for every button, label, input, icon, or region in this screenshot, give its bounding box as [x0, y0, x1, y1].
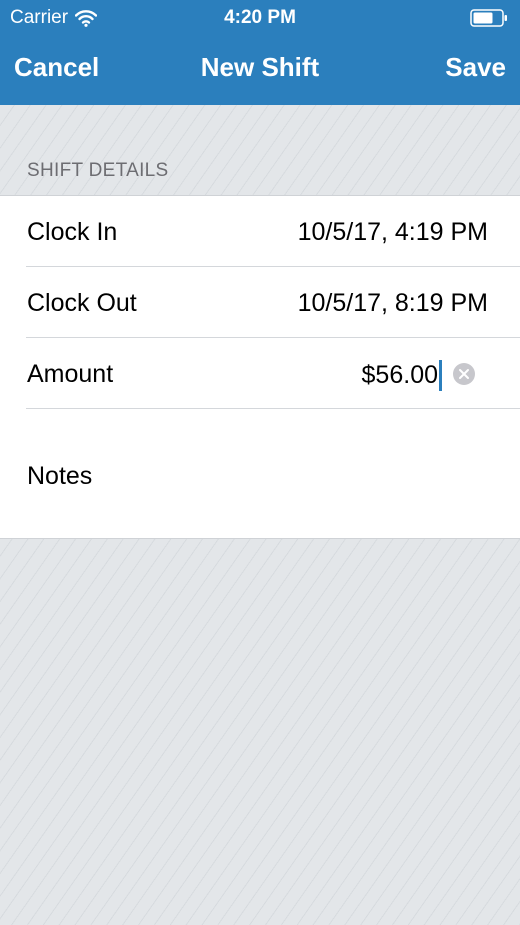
section-header-shift-details: SHIFT DETAILS	[27, 160, 169, 181]
page-title: New Shift	[200, 52, 320, 82]
clock-in-value[interactable]: 10/5/17, 4:19 PM	[298, 218, 488, 247]
amount-input[interactable]: $56.00	[362, 360, 442, 391]
clock-out-value[interactable]: 10/5/17, 8:19 PM	[298, 289, 488, 318]
save-button[interactable]: Save	[445, 52, 506, 83]
status-time: 4:20 PM	[224, 7, 296, 28]
shift-details-table: Clock In 10/5/17, 4:19 PM Clock Out 10/5…	[0, 195, 520, 539]
clear-circle-icon[interactable]	[453, 363, 475, 385]
clock-out-row[interactable]: Clock Out 10/5/17, 8:19 PM	[0, 267, 520, 338]
amount-value: $56.00	[361, 361, 438, 389]
notes-field[interactable]	[0, 409, 520, 538]
clock-out-label: Clock Out	[27, 289, 137, 317]
battery-icon	[470, 9, 507, 27]
amount-label: Amount	[27, 360, 114, 388]
amount-row[interactable]: Amount $56.00	[0, 338, 520, 409]
clock-in-row[interactable]: Clock In 10/5/17, 4:19 PM	[0, 196, 520, 267]
clock-in-label: Clock In	[27, 218, 118, 246]
text-cursor	[439, 360, 442, 391]
navigation-bar: Carrier 4:20 PM Cancel New Shift Save	[0, 0, 520, 105]
status-bar: Carrier 4:20 PM	[0, 0, 520, 36]
